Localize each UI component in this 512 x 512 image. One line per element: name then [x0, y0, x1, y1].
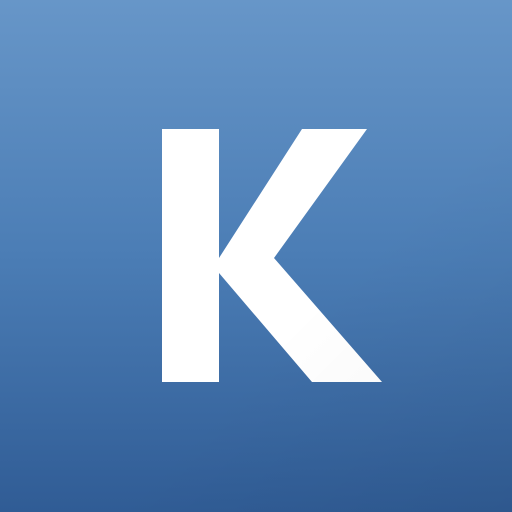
k-logo-icon — [162, 129, 382, 382]
app-icon: K — [0, 0, 512, 512]
k-letter-shape — [162, 129, 382, 382]
